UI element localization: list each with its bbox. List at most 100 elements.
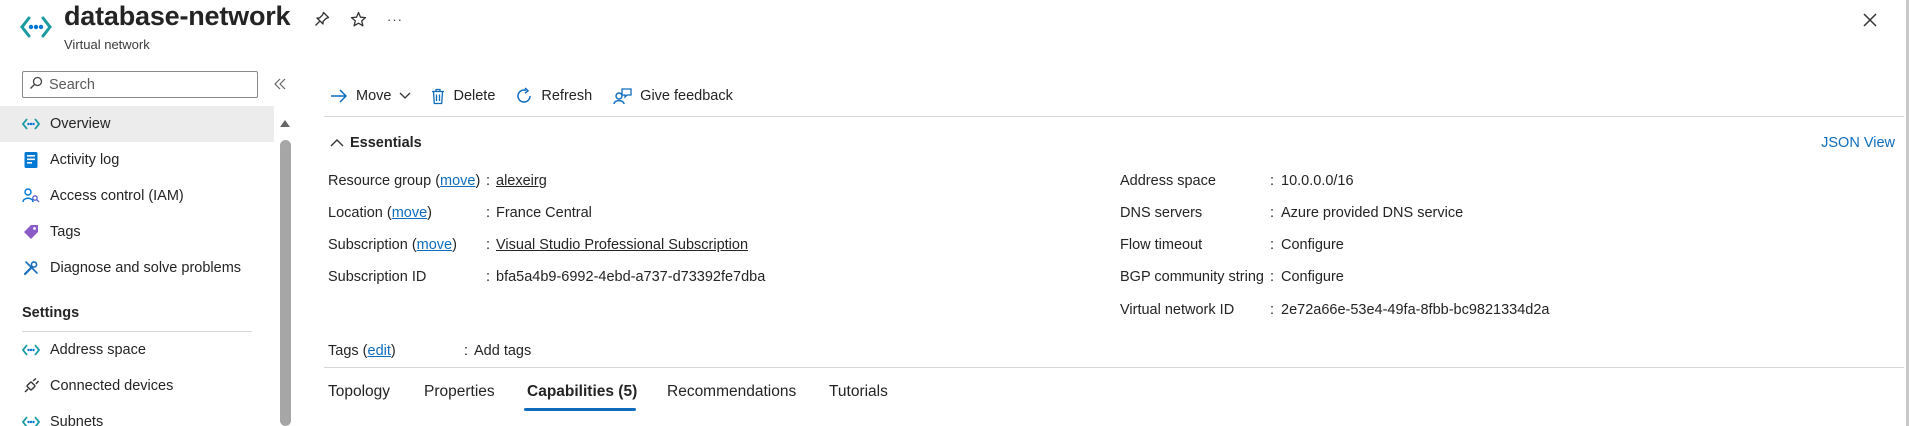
sidebar-item-label: Tags xyxy=(50,224,81,240)
refresh-button[interactable]: Refresh xyxy=(515,87,592,105)
separator-colon: : xyxy=(1270,205,1275,221)
search-input[interactable] xyxy=(49,76,249,93)
more-options-icon[interactable]: ··· xyxy=(384,10,406,28)
virtual-network-icon xyxy=(20,14,52,40)
tab-recommendations[interactable]: Recommendations xyxy=(667,383,796,401)
separator-colon: : xyxy=(464,343,469,359)
resource-group-value[interactable]: alexeirg xyxy=(496,173,547,189)
tags-label-text: Tags xyxy=(328,343,359,359)
active-tab-indicator xyxy=(524,408,636,411)
trash-icon xyxy=(432,88,445,104)
resource-group-move-link[interactable]: move xyxy=(440,173,475,189)
vnet-id-value: 2e72a66e-53e4-49fa-8fbb-bc9821334d2a xyxy=(1281,302,1550,318)
tag-icon xyxy=(22,223,40,241)
sidebar-item-address-space[interactable]: Address space xyxy=(0,332,274,368)
page-subtitle: Virtual network xyxy=(64,37,150,52)
subscription-value[interactable]: Visual Studio Professional Subscription xyxy=(496,237,748,253)
dns-servers-label: DNS servers xyxy=(1120,205,1203,221)
sidebar-item-label: Connected devices xyxy=(50,378,174,394)
sidebar-item-access-control[interactable]: Access control (IAM) xyxy=(0,178,274,214)
separator-colon: : xyxy=(486,269,491,285)
command-bar: Move Delete Refresh Give feedback xyxy=(330,84,753,108)
sidebar-item-subnets[interactable]: Subnets xyxy=(0,404,274,426)
move-label: Move xyxy=(356,88,392,104)
iam-icon xyxy=(22,187,40,205)
vnet-icon xyxy=(22,115,40,133)
address-space-value[interactable]: 10.0.0.0/16 xyxy=(1281,173,1354,189)
refresh-label: Refresh xyxy=(541,88,593,104)
essentials-toggle[interactable]: Essentials xyxy=(330,135,422,151)
bgp-configure-link[interactable]: Configure xyxy=(1281,269,1344,285)
subscription-label: Subscription (move) xyxy=(328,237,457,253)
dns-servers-value[interactable]: Azure provided DNS service xyxy=(1281,205,1463,221)
subscription-move-link[interactable]: move xyxy=(417,237,452,253)
subscription-id-value: bfa5a4b9-6992-4ebd-a737-d73392fe7dba xyxy=(496,269,766,285)
resource-group-label-text: Resource group xyxy=(328,173,432,189)
wrench-icon xyxy=(22,259,40,277)
settings-section-label: Settings xyxy=(22,305,80,321)
feedback-label: Give feedback xyxy=(640,88,733,104)
location-label-text: Location xyxy=(328,205,383,221)
arrow-right-icon xyxy=(331,89,348,103)
subscription-id-label: Subscription ID xyxy=(328,269,427,285)
subscription-label-text: Subscription xyxy=(328,237,408,253)
tab-properties[interactable]: Properties xyxy=(424,383,495,401)
pin-icon[interactable] xyxy=(313,10,331,28)
flow-timeout-label: Flow timeout xyxy=(1120,237,1203,253)
location-move-link[interactable]: move xyxy=(392,205,427,221)
sidebar-item-label: Overview xyxy=(50,116,111,132)
resource-group-label: Resource group (move) xyxy=(328,173,481,189)
flow-timeout-configure-link[interactable]: Configure xyxy=(1281,237,1344,253)
close-icon[interactable] xyxy=(1859,9,1881,31)
essentials-label: Essentials xyxy=(350,135,422,151)
delete-button[interactable]: Delete xyxy=(431,88,495,105)
chevron-up-icon xyxy=(330,139,344,147)
separator-colon: : xyxy=(1270,302,1275,318)
bgp-community-label: BGP community string xyxy=(1120,269,1264,285)
sidebar-item-overview[interactable]: Overview xyxy=(0,106,274,142)
separator-colon: : xyxy=(1270,269,1275,285)
sidebar-item-label: Address space xyxy=(50,342,146,358)
sidebar-item-diagnose[interactable]: Diagnose and solve problems xyxy=(0,250,274,286)
separator-colon: : xyxy=(486,205,491,221)
separator-colon: : xyxy=(486,237,491,253)
give-feedback-button[interactable]: Give feedback xyxy=(612,87,733,105)
sidebar-item-activity-log[interactable]: Activity log xyxy=(0,142,274,178)
scroll-up-arrow-icon[interactable] xyxy=(279,116,291,128)
sidebar-item-label: Diagnose and solve problems xyxy=(50,260,242,276)
search-icon xyxy=(29,76,43,94)
vnet-icon xyxy=(22,413,40,426)
page-title: database-network xyxy=(64,1,291,31)
address-space-label: Address space xyxy=(1120,173,1216,189)
sidebar-item-label: Access control (IAM) xyxy=(50,188,184,204)
sidebar-scrollbar[interactable] xyxy=(280,140,291,426)
sidebar-item-tags[interactable]: Tags xyxy=(0,214,274,250)
vnet-id-label: Virtual network ID xyxy=(1120,302,1235,318)
add-tags-link[interactable]: Add tags xyxy=(474,343,531,359)
sidebar-item-label: Subnets xyxy=(50,414,104,426)
tab-topology[interactable]: Topology xyxy=(328,383,390,401)
separator-colon: : xyxy=(1270,237,1275,253)
tab-tutorials[interactable]: Tutorials xyxy=(829,383,888,401)
chevron-down-icon xyxy=(400,92,411,99)
tags-edit-link[interactable]: edit xyxy=(368,343,391,359)
sidebar-item-label: Activity log xyxy=(50,152,120,168)
activity-log-icon xyxy=(22,151,40,169)
vnet-icon xyxy=(22,341,40,359)
location-value: France Central xyxy=(496,205,592,221)
collapse-sidebar-icon[interactable] xyxy=(272,76,288,92)
toolbar-divider xyxy=(324,116,1904,117)
sidebar-item-connected-devices[interactable]: Connected devices xyxy=(0,368,274,404)
plug-icon xyxy=(22,377,40,395)
feedback-icon xyxy=(613,88,632,105)
move-button[interactable]: Move xyxy=(330,88,411,104)
delete-label: Delete xyxy=(453,88,496,104)
separator-colon: : xyxy=(1270,173,1275,189)
tags-label: Tags (edit) xyxy=(328,343,396,359)
star-icon[interactable] xyxy=(349,10,367,28)
refresh-icon xyxy=(517,87,532,103)
location-label: Location (move) xyxy=(328,205,432,221)
json-view-link[interactable]: JSON View xyxy=(1821,135,1895,151)
search-box[interactable] xyxy=(22,71,258,98)
tab-capabilities[interactable]: Capabilities (5) xyxy=(527,383,637,401)
